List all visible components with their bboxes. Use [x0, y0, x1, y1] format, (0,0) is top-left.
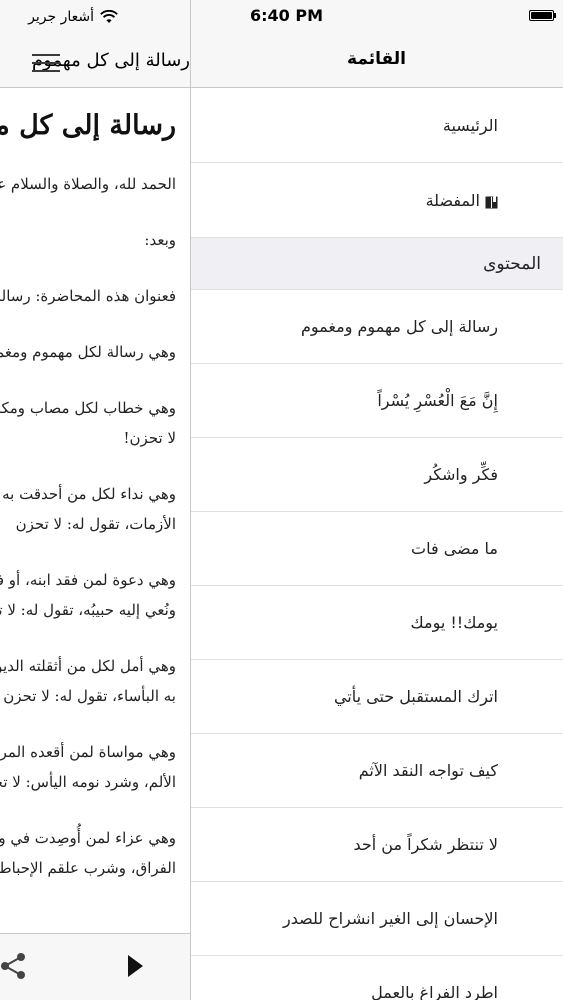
- menu-item-label: الرئيسية: [442, 115, 498, 135]
- content-navbar: رسالة إلى كل مهموم: [0, 40, 190, 88]
- status-bar-right: 6:40 PM: [190, 0, 563, 40]
- menu-item-home[interactable]: الرئيسية: [190, 88, 563, 163]
- battery-icon: [529, 10, 559, 23]
- content-item[interactable]: فكِّر واشكُر: [190, 438, 563, 512]
- content-item[interactable]: الإحسان إلى الغير انشراح للصدر: [190, 882, 563, 956]
- app-screen: 6:40 PM القائمة الرئيسية المفضلة المحتوى…: [0, 0, 563, 1000]
- content-item-label: اطرد الفراغ بالعمل: [371, 983, 498, 1000]
- section-header-content: المحتوى: [190, 238, 563, 290]
- article-heading: رسالة إلى كل مهموم ومغموم: [0, 110, 176, 141]
- wifi-icon: [100, 10, 118, 24]
- menu-navbar: القائمة: [190, 40, 563, 88]
- article-paragraph: فعنوان هذه المحاضرة: رسالة إلى كل مهموم: [0, 287, 176, 305]
- content-panel: أشعار جرير رسالة إلى كل مهموم رسالة إلى …: [0, 0, 191, 1000]
- content-toolbar: [0, 933, 190, 1000]
- content-item[interactable]: يومك!! يومك: [190, 586, 563, 660]
- content-item-label: لا تنتظر شكراً من أحد: [353, 835, 498, 854]
- article-paragraph: وهي أمل لكل من أثقلته الديون، وحلّتبه ال…: [0, 657, 176, 705]
- status-time: 6:40 PM: [250, 6, 324, 25]
- menu-icon[interactable]: [26, 46, 60, 80]
- play-icon: [128, 955, 143, 977]
- menu-item-favorites[interactable]: المفضلة: [190, 163, 563, 238]
- content-item[interactable]: كيف تواجه النقد الآثم: [190, 734, 563, 808]
- content-item-label: فكِّر واشكُر: [424, 465, 498, 484]
- article-paragraph: وهي نداء لكل من أحدقت به الهموم وأحاطت ب…: [0, 485, 176, 533]
- content-item[interactable]: ما مضى فات: [190, 512, 563, 586]
- content-item[interactable]: اطرد الفراغ بالعمل: [190, 956, 563, 1000]
- content-item-label: ما مضى فات: [411, 539, 498, 558]
- content-item[interactable]: إِنَّ مَعَ الْعُسْرِ يُسْراً: [190, 364, 563, 438]
- article-paragraph: وهي عزاء لمن أُوصِدت في وجهه الأبوابالفر…: [0, 829, 176, 877]
- menu-item-label: المفضلة: [425, 190, 480, 210]
- article-paragraph: وبعد:: [144, 231, 176, 249]
- article-paragraph: وهي خطاب لكل مصاب ومكروب، تقول له:لا تحز…: [0, 399, 176, 447]
- content-item[interactable]: لا تنتظر شكراً من أحد: [190, 808, 563, 882]
- content-item[interactable]: رسالة إلى كل مهموم ومغموم: [190, 290, 563, 364]
- content-item-label: يومك!! يومك: [410, 613, 498, 632]
- article-body: رسالة إلى كل مهموم ومغموم الحمد لله، وال…: [0, 88, 190, 909]
- share-icon: [1, 953, 25, 979]
- content-item-label: الإحسان إلى الغير انشراح للصدر: [283, 909, 498, 928]
- section-title: المحتوى: [483, 253, 541, 274]
- content-item-label: كيف تواجه النقد الآثم: [358, 761, 498, 780]
- content-item-label: اترك المستقبل حتى يأتي: [333, 687, 498, 706]
- article-paragraph: وهي مواساة لمن أقعده المرض، وأضناهالألم،…: [0, 743, 176, 791]
- bookmark-icon: [485, 194, 498, 208]
- article-paragraph: وهي رسالة لكل مهموم ومغموم: [0, 343, 176, 361]
- play-button[interactable]: [116, 948, 152, 984]
- content-item-label: رسالة إلى كل مهموم ومغموم: [301, 317, 498, 336]
- carrier-name: أشعار جرير: [28, 9, 94, 25]
- side-menu: 6:40 PM القائمة الرئيسية المفضلة المحتوى…: [190, 0, 563, 1000]
- share-button[interactable]: [0, 948, 32, 984]
- article-paragraph: الحمد لله، والصلاة والسلام على رسول الله: [0, 175, 176, 193]
- menu-list: الرئيسية المفضلة المحتوى رسالة إلى كل مه…: [190, 88, 563, 1000]
- article-paragraph: وهي دعوة لمن فقد ابنه، أو فارق أهله،ونُع…: [0, 571, 176, 619]
- status-bar-left: أشعار جرير: [0, 0, 190, 40]
- content-item-label: إِنَّ مَعَ الْعُسْرِ يُسْراً: [377, 391, 498, 410]
- content-item[interactable]: اترك المستقبل حتى يأتي: [190, 660, 563, 734]
- menu-title: القائمة: [347, 49, 406, 69]
